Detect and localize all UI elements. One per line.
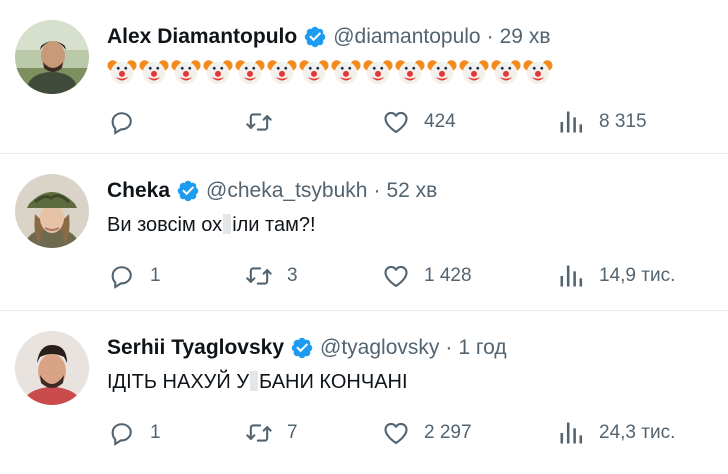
clown-face-emoji [363, 60, 393, 85]
clown-face-emoji [107, 60, 137, 85]
view-count: 24,3 тис. [599, 422, 676, 443]
views-button[interactable]: 8 315 [557, 104, 647, 140]
avatar-image [15, 174, 89, 248]
clown-face-emoji [523, 60, 553, 85]
avatar-image [15, 331, 89, 405]
author-handle[interactable]: @diamantopulo [333, 25, 480, 49]
like-button[interactable]: 2 297 [382, 415, 472, 451]
reply-icon [111, 423, 132, 446]
tweet-text [107, 57, 553, 87]
tweet-feed: Alex Diamantopulo @diamantopulo · 29 хв … [0, 0, 728, 474]
clown-face-emoji [395, 60, 425, 85]
author-name[interactable]: Serhii Tyaglovsky [107, 336, 284, 360]
tweet-header: Cheka @cheka_tsybukh · 52 хв [107, 176, 437, 206]
author-name[interactable]: Alex Diamantopulo [107, 25, 297, 49]
tweet-text-part: іли там?! [232, 214, 316, 236]
like-button[interactable]: 1 428 [382, 258, 472, 294]
reply-icon [111, 266, 132, 289]
clown-face-emoji [491, 60, 521, 85]
avatar-image [15, 20, 89, 94]
tweet-text-part: БАНИ КОНЧАНІ [259, 371, 408, 393]
reply-button[interactable]: 1 [108, 258, 161, 294]
view-count: 8 315 [599, 111, 647, 132]
tweet[interactable]: Cheka @cheka_tsybukh · 52 хв Ви зовсім о… [0, 154, 728, 311]
retweet-button[interactable]: 7 [245, 415, 298, 451]
reply-button[interactable] [108, 104, 150, 140]
retweet-icon [246, 424, 272, 442]
heart-icon [384, 422, 408, 444]
retweet-icon [246, 267, 272, 285]
tweet-text: Ви зовсім ох іли там?! [107, 211, 316, 239]
tweet-header: Serhii Tyaglovsky @tyaglovsky · 1 год [107, 333, 507, 363]
clown-face-emoji [299, 60, 329, 85]
avatar[interactable] [15, 20, 89, 94]
author-name[interactable]: Cheka [107, 179, 170, 203]
clown-face-emoji [171, 60, 201, 85]
views-icon [560, 422, 583, 444]
action-bar: 1 3 1 428 14,9 тис. [107, 258, 687, 294]
reply-icon [111, 112, 132, 135]
views-icon [560, 265, 583, 287]
retweet-count: 7 [287, 422, 298, 443]
like-count: 2 297 [424, 422, 472, 443]
retweet-button[interactable]: 3 [245, 258, 298, 294]
separator-dot: · [373, 179, 381, 202]
clown-face-emoji [459, 60, 489, 85]
verified-badge-icon [290, 336, 314, 360]
verified-badge-icon [303, 25, 327, 49]
views-button[interactable]: 14,9 тис. [557, 258, 675, 294]
action-bar: 1 7 2 297 24,3 тис. [107, 415, 687, 451]
views-icon [560, 111, 583, 133]
tweet-text: ІДІТЬ НАХУЙ У БАНИ КОНЧАНІ [107, 368, 408, 396]
clown-face-emoji [427, 60, 457, 85]
clown-face-emoji [331, 60, 361, 85]
reply-count: 1 [150, 265, 161, 286]
view-count: 14,9 тис. [599, 265, 676, 286]
like-count: 424 [424, 111, 456, 132]
clown-face-emoji [235, 60, 265, 85]
clown-face-emoji [139, 60, 169, 85]
timestamp[interactable]: 29 хв [500, 25, 551, 49]
censor-block [223, 214, 232, 234]
avatar[interactable] [15, 174, 89, 248]
heart-icon [384, 111, 408, 133]
timestamp[interactable]: 1 год [458, 336, 506, 360]
like-count: 1 428 [424, 265, 472, 286]
retweet-button[interactable] [245, 104, 287, 140]
verified-badge-icon [176, 179, 200, 203]
clown-face-emoji [267, 60, 297, 85]
retweet-icon [246, 113, 272, 131]
action-bar: 424 8 315 [107, 104, 687, 140]
retweet-count: 3 [287, 265, 298, 286]
reply-count: 1 [150, 422, 161, 443]
tweet[interactable]: Serhii Tyaglovsky @tyaglovsky · 1 год ІД… [0, 311, 728, 474]
heart-icon [384, 265, 408, 287]
tweet-header: Alex Diamantopulo @diamantopulo · 29 хв [107, 22, 550, 52]
avatar[interactable] [15, 331, 89, 405]
separator-dot: · [486, 25, 494, 48]
author-handle[interactable]: @tyaglovsky [320, 336, 439, 360]
author-handle[interactable]: @cheka_tsybukh [206, 179, 367, 203]
timestamp[interactable]: 52 хв [386, 179, 437, 203]
tweet-text-part: ІДІТЬ НАХУЙ У [107, 371, 250, 393]
like-button[interactable]: 424 [382, 104, 456, 140]
clown-face-emoji [203, 60, 233, 85]
censor-block [250, 371, 259, 391]
tweet-text-part: Ви зовсім ох [107, 214, 223, 236]
tweet[interactable]: Alex Diamantopulo @diamantopulo · 29 хв … [0, 0, 728, 154]
reply-button[interactable]: 1 [108, 415, 161, 451]
separator-dot: · [445, 336, 453, 359]
views-button[interactable]: 24,3 тис. [557, 415, 675, 451]
